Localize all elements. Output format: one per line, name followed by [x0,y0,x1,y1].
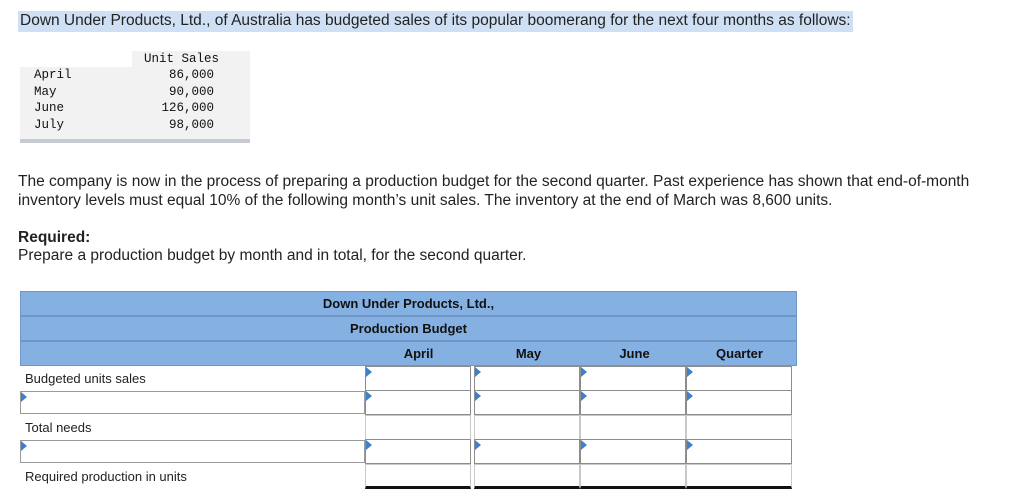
column-header-june: June [619,346,650,361]
budget-company-name: Down Under Products, Ltd., [322,296,495,311]
month-label: July [34,117,65,132]
budget-title: Production Budget [350,321,467,336]
required-production-row: Required production in units [20,464,797,489]
month-label: May [34,84,57,99]
input-marker-icon [581,440,587,450]
required-production-quarter-cell [686,464,792,489]
line-item-may-input[interactable] [474,439,580,464]
unit-sales-value: 90,000 [168,84,214,99]
unit-sales-header: Unit Sales [144,52,220,66]
input-marker-icon [21,441,27,451]
table-row: July 98,000 [20,117,250,134]
required-heading: Required: [18,229,91,246]
input-marker-icon [21,392,27,402]
unit-sales-value: 98,000 [168,117,214,132]
total-needs-quarter-cell [686,415,792,440]
budgeted-sales-quarter-input[interactable] [686,366,792,391]
line-item-label-input[interactable] [20,391,365,414]
table-row: May 90,000 [20,84,250,101]
line-item-june-input[interactable] [580,439,686,464]
line-item-june-input[interactable] [580,390,686,415]
total-needs-row: Total needs [20,415,797,440]
column-header-may: May [515,346,542,361]
budget-column-header-row: April May June Quarter [20,341,797,366]
unit-sales-table: Unit Sales April 86,000 May 90,000 June … [20,51,250,143]
line-item-april-input[interactable] [365,439,471,464]
column-header-quarter: Quarter [716,346,763,361]
input-marker-icon [475,367,481,377]
required-production-april-cell [365,464,471,489]
total-needs-label: Total needs [25,420,92,435]
budgeted-units-sales-label: Budgeted units sales [25,371,146,386]
column-header-april: April [403,346,434,361]
budgeted-sales-june-input[interactable] [580,366,686,391]
budgeted-sales-april-input[interactable] [365,366,471,391]
required-production-june-cell [580,464,686,489]
problem-paragraph: The company is now in the process of pre… [18,173,970,209]
line-item-row [20,439,797,464]
line-item-april-input[interactable] [365,390,471,415]
month-label: April [34,68,72,82]
line-item-quarter-input[interactable] [686,390,792,415]
input-marker-icon [687,440,693,450]
budget-title-row: Production Budget [20,316,797,341]
budget-company-row: Down Under Products, Ltd., [20,291,797,316]
unit-sales-header-row: Unit Sales [20,51,250,67]
input-marker-icon [475,391,481,401]
input-marker-icon [687,367,693,377]
month-label: June [34,101,65,115]
budgeted-sales-may-input[interactable] [474,366,580,391]
total-needs-june-cell [580,415,686,440]
table-row: April 86,000 [20,67,250,84]
line-item-quarter-input[interactable] [686,439,792,464]
input-marker-icon [366,440,372,450]
input-marker-icon [581,391,587,401]
input-marker-icon [366,391,372,401]
required-text: Prepare a production budget by month and… [18,247,527,264]
unit-sales-value: 126,000 [161,101,214,115]
intro-text: Down Under Products, Ltd., of Australia … [18,11,853,32]
input-marker-icon [366,367,372,377]
required-production-label: Required production in units [25,469,187,484]
budgeted-units-sales-row: Budgeted units sales [20,366,797,391]
required-production-may-cell [474,464,580,489]
input-marker-icon [475,440,481,450]
total-needs-may-cell [474,415,580,440]
input-marker-icon [687,391,693,401]
table-row: June 126,000 [20,100,250,117]
line-item-row [20,390,797,415]
line-item-may-input[interactable] [474,390,580,415]
total-needs-april-cell [365,415,471,440]
input-marker-icon [581,367,587,377]
line-item-label-input[interactable] [20,440,365,463]
unit-sales-value: 86,000 [168,68,214,82]
production-budget-table: Down Under Products, Ltd., Production Bu… [20,291,797,501]
